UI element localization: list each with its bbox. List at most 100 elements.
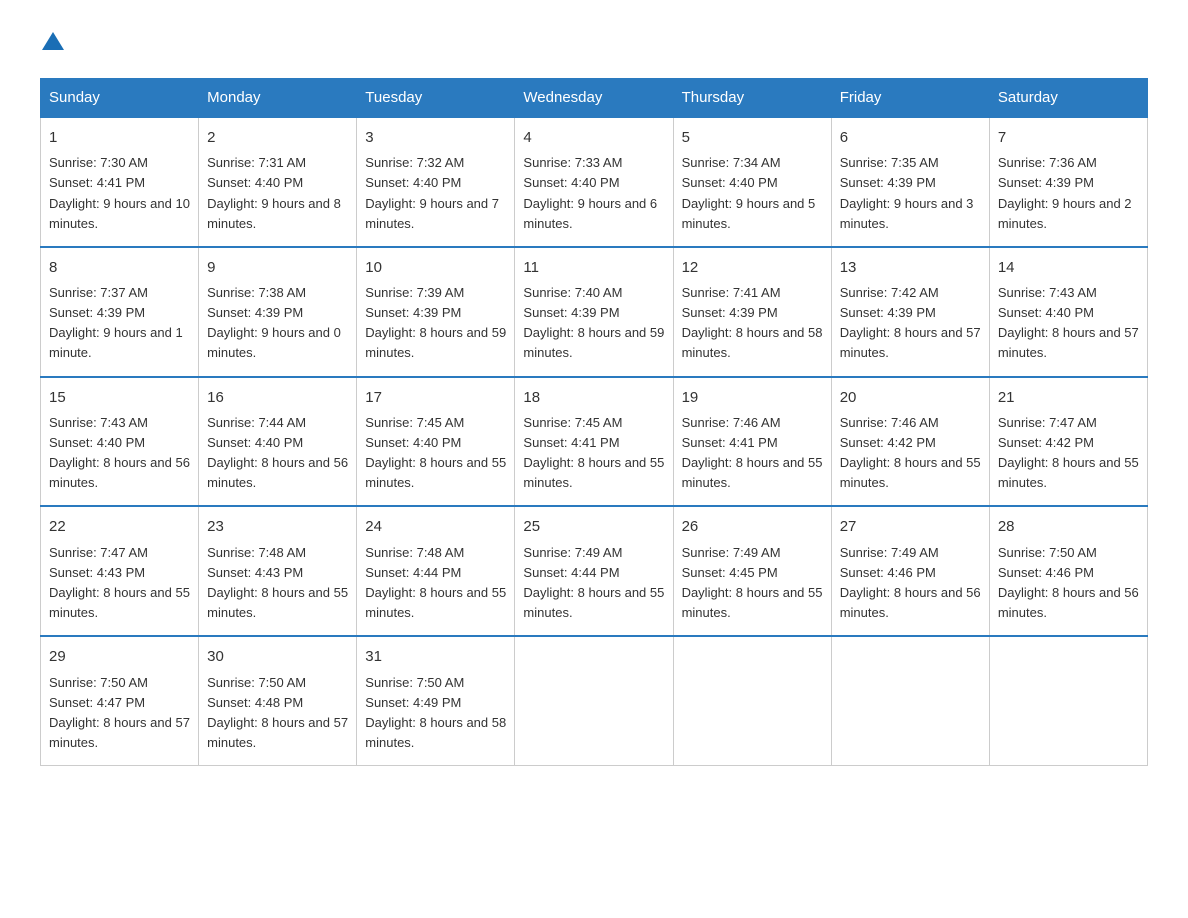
daylight-label: Daylight: 9 hours and 7 minutes. (365, 196, 499, 231)
sunset-label: Sunset: 4:40 PM (207, 175, 303, 190)
sunrise-label: Sunrise: 7:40 AM (523, 285, 622, 300)
column-header-wednesday: Wednesday (515, 79, 673, 118)
sunrise-label: Sunrise: 7:34 AM (682, 155, 781, 170)
column-header-monday: Monday (199, 79, 357, 118)
sunrise-label: Sunrise: 7:39 AM (365, 285, 464, 300)
daylight-label: Daylight: 8 hours and 59 minutes. (523, 325, 664, 360)
column-header-tuesday: Tuesday (357, 79, 515, 118)
sunrise-label: Sunrise: 7:30 AM (49, 155, 148, 170)
calendar-week-row: 22 Sunrise: 7:47 AM Sunset: 4:43 PM Dayl… (41, 506, 1148, 636)
day-number: 25 (523, 515, 664, 538)
calendar-day-cell: 4 Sunrise: 7:33 AM Sunset: 4:40 PM Dayli… (515, 117, 673, 247)
calendar-day-cell: 13 Sunrise: 7:42 AM Sunset: 4:39 PM Dayl… (831, 247, 989, 377)
sunrise-label: Sunrise: 7:45 AM (523, 415, 622, 430)
daylight-label: Daylight: 8 hours and 55 minutes. (682, 455, 823, 490)
day-number: 13 (840, 256, 981, 279)
daylight-label: Daylight: 9 hours and 5 minutes. (682, 196, 816, 231)
sunrise-label: Sunrise: 7:43 AM (49, 415, 148, 430)
day-number: 6 (840, 126, 981, 149)
daylight-label: Daylight: 8 hours and 56 minutes. (840, 585, 981, 620)
sunrise-label: Sunrise: 7:48 AM (365, 545, 464, 560)
empty-cell (989, 636, 1147, 765)
daylight-label: Daylight: 8 hours and 55 minutes. (523, 585, 664, 620)
daylight-label: Daylight: 8 hours and 58 minutes. (365, 715, 506, 750)
page-header (40, 30, 1148, 58)
calendar-table: SundayMondayTuesdayWednesdayThursdayFrid… (40, 78, 1148, 766)
day-number: 23 (207, 515, 348, 538)
daylight-label: Daylight: 8 hours and 58 minutes. (682, 325, 823, 360)
calendar-day-cell: 28 Sunrise: 7:50 AM Sunset: 4:46 PM Dayl… (989, 506, 1147, 636)
daylight-label: Daylight: 9 hours and 0 minutes. (207, 325, 341, 360)
logo-triangle-icon (42, 32, 64, 50)
daylight-label: Daylight: 8 hours and 59 minutes. (365, 325, 506, 360)
calendar-week-row: 29 Sunrise: 7:50 AM Sunset: 4:47 PM Dayl… (41, 636, 1148, 765)
daylight-label: Daylight: 9 hours and 1 minute. (49, 325, 183, 360)
day-number: 21 (998, 386, 1139, 409)
day-number: 20 (840, 386, 981, 409)
sunrise-label: Sunrise: 7:50 AM (998, 545, 1097, 560)
calendar-day-cell: 7 Sunrise: 7:36 AM Sunset: 4:39 PM Dayli… (989, 117, 1147, 247)
sunset-label: Sunset: 4:48 PM (207, 695, 303, 710)
column-header-sunday: Sunday (41, 79, 199, 118)
daylight-label: Daylight: 8 hours and 55 minutes. (998, 455, 1139, 490)
daylight-label: Daylight: 9 hours and 3 minutes. (840, 196, 974, 231)
calendar-day-cell: 25 Sunrise: 7:49 AM Sunset: 4:44 PM Dayl… (515, 506, 673, 636)
sunrise-label: Sunrise: 7:50 AM (207, 675, 306, 690)
column-header-thursday: Thursday (673, 79, 831, 118)
calendar-day-cell: 24 Sunrise: 7:48 AM Sunset: 4:44 PM Dayl… (357, 506, 515, 636)
calendar-day-cell: 17 Sunrise: 7:45 AM Sunset: 4:40 PM Dayl… (357, 377, 515, 507)
day-number: 19 (682, 386, 823, 409)
calendar-week-row: 15 Sunrise: 7:43 AM Sunset: 4:40 PM Dayl… (41, 377, 1148, 507)
sunrise-label: Sunrise: 7:44 AM (207, 415, 306, 430)
sunset-label: Sunset: 4:39 PM (840, 175, 936, 190)
daylight-label: Daylight: 8 hours and 57 minutes. (49, 715, 190, 750)
empty-cell (831, 636, 989, 765)
calendar-day-cell: 22 Sunrise: 7:47 AM Sunset: 4:43 PM Dayl… (41, 506, 199, 636)
sunset-label: Sunset: 4:46 PM (998, 565, 1094, 580)
calendar-day-cell: 20 Sunrise: 7:46 AM Sunset: 4:42 PM Dayl… (831, 377, 989, 507)
day-number: 14 (998, 256, 1139, 279)
daylight-label: Daylight: 8 hours and 55 minutes. (365, 455, 506, 490)
sunset-label: Sunset: 4:39 PM (523, 305, 619, 320)
day-number: 11 (523, 256, 664, 279)
sunrise-label: Sunrise: 7:46 AM (682, 415, 781, 430)
sunrise-label: Sunrise: 7:48 AM (207, 545, 306, 560)
calendar-week-row: 1 Sunrise: 7:30 AM Sunset: 4:41 PM Dayli… (41, 117, 1148, 247)
day-number: 10 (365, 256, 506, 279)
daylight-label: Daylight: 8 hours and 57 minutes. (207, 715, 348, 750)
sunset-label: Sunset: 4:39 PM (998, 175, 1094, 190)
day-number: 30 (207, 645, 348, 668)
daylight-label: Daylight: 8 hours and 55 minutes. (840, 455, 981, 490)
sunset-label: Sunset: 4:47 PM (49, 695, 145, 710)
day-number: 9 (207, 256, 348, 279)
sunset-label: Sunset: 4:42 PM (840, 435, 936, 450)
calendar-day-cell: 30 Sunrise: 7:50 AM Sunset: 4:48 PM Dayl… (199, 636, 357, 765)
sunset-label: Sunset: 4:40 PM (49, 435, 145, 450)
sunrise-label: Sunrise: 7:31 AM (207, 155, 306, 170)
sunrise-label: Sunrise: 7:50 AM (49, 675, 148, 690)
daylight-label: Daylight: 9 hours and 6 minutes. (523, 196, 657, 231)
daylight-label: Daylight: 9 hours and 2 minutes. (998, 196, 1132, 231)
sunrise-label: Sunrise: 7:50 AM (365, 675, 464, 690)
sunrise-label: Sunrise: 7:49 AM (682, 545, 781, 560)
sunset-label: Sunset: 4:40 PM (682, 175, 778, 190)
sunrise-label: Sunrise: 7:46 AM (840, 415, 939, 430)
sunset-label: Sunset: 4:40 PM (365, 435, 461, 450)
calendar-day-cell: 29 Sunrise: 7:50 AM Sunset: 4:47 PM Dayl… (41, 636, 199, 765)
calendar-day-cell: 14 Sunrise: 7:43 AM Sunset: 4:40 PM Dayl… (989, 247, 1147, 377)
daylight-label: Daylight: 8 hours and 57 minutes. (998, 325, 1139, 360)
daylight-label: Daylight: 8 hours and 55 minutes. (682, 585, 823, 620)
day-number: 18 (523, 386, 664, 409)
calendar-day-cell: 10 Sunrise: 7:39 AM Sunset: 4:39 PM Dayl… (357, 247, 515, 377)
calendar-day-cell: 6 Sunrise: 7:35 AM Sunset: 4:39 PM Dayli… (831, 117, 989, 247)
empty-cell (515, 636, 673, 765)
sunrise-label: Sunrise: 7:49 AM (840, 545, 939, 560)
sunrise-label: Sunrise: 7:38 AM (207, 285, 306, 300)
daylight-label: Daylight: 9 hours and 10 minutes. (49, 196, 190, 231)
day-number: 4 (523, 126, 664, 149)
daylight-label: Daylight: 8 hours and 55 minutes. (365, 585, 506, 620)
day-number: 3 (365, 126, 506, 149)
sunset-label: Sunset: 4:40 PM (998, 305, 1094, 320)
calendar-day-cell: 23 Sunrise: 7:48 AM Sunset: 4:43 PM Dayl… (199, 506, 357, 636)
calendar-day-cell: 5 Sunrise: 7:34 AM Sunset: 4:40 PM Dayli… (673, 117, 831, 247)
